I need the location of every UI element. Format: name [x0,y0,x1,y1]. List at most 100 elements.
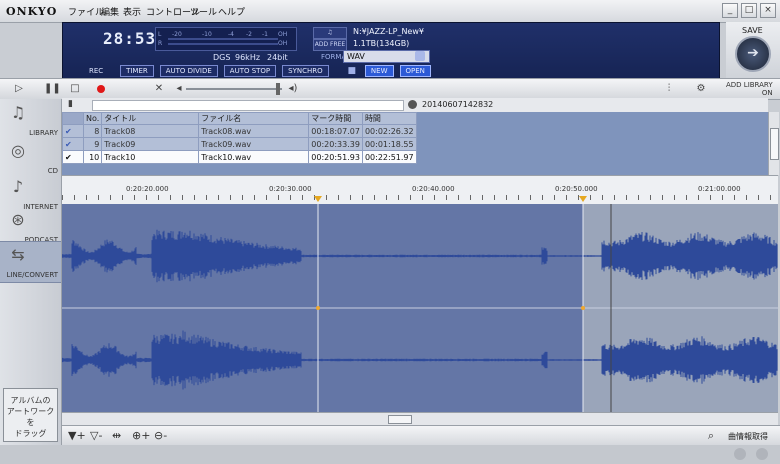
disc-icon [408,100,417,109]
rec-options: REC TIMER AUTO DIVIDE AUTO STOP SYNCHRO ■ N… [89,65,437,77]
time-display: 28:53 [103,29,157,48]
onkyo-logo: ONKYO [6,5,58,18]
time-tick: 0:20:50.000 [555,185,598,193]
waveform-channel [62,330,778,390]
podcast-icon: ⊛ [11,210,25,229]
level-label: -20 [172,31,182,38]
auto-stop-button[interactable]: AUTO STOP [223,65,277,77]
menu-help[interactable]: ヘルプ [218,5,245,18]
time-tick: 0:20:30.000 [269,185,312,193]
menu-tools[interactable]: ツール [190,5,217,18]
nav-cd[interactable]: ◎ CD [0,138,61,178]
col-no-header[interactable]: No. [82,112,103,125]
col-title-header[interactable]: タイトル [101,112,200,125]
waveform-channel [62,229,778,283]
table-scrollbar[interactable] [768,112,779,175]
fetch-track-info-button[interactable]: 曲情報取得 [728,431,768,442]
volume-slider[interactable] [186,88,282,90]
library-icon: ♫ [10,103,26,122]
time-tick: 0:21:00.000 [698,185,741,193]
recording-id: 20140607142832 [422,100,494,109]
mute-icon[interactable]: ✕ [152,82,166,95]
save-path: N:¥JAZZ-LP_New¥ [353,27,424,36]
timeline-ruler[interactable]: 0:20:20.000 0:20:30.000 0:20:40.000 0:20… [62,175,778,205]
path-box: ♫ N:¥JAZZ-LP_New¥ ADD FREE 1.1TB(134GB) [313,25,713,51]
track-marker[interactable] [579,196,587,202]
table-row[interactable]: ✔ 8 Track08 Track08.wav 00:18:07.07 00:0… [62,124,417,138]
cell-no: 10 [82,150,103,164]
lock-icon: ▮ [68,99,73,109]
add-library-label: ADD LIBRARY [726,81,773,89]
horizontal-scroll-thumb[interactable] [388,415,412,424]
artwork-drop-area[interactable]: アルバムの アートワークを ドラッグ [3,388,58,442]
add-marker-icon[interactable]: ▼+ [68,429,86,442]
auto-divide-button[interactable]: AUTO DIVIDE [159,65,218,77]
col-time-header[interactable]: 時間 [361,112,417,125]
save-label: SAVE [742,26,763,35]
check-icon[interactable]: ✔ [62,137,84,151]
pause-icon[interactable]: ❚❚ [44,82,61,95]
menu-file[interactable]: ファイル [68,5,104,18]
artwork-text: アルバムの [10,396,51,405]
title-field[interactable] [92,100,404,111]
table-row-selected[interactable]: ✔ 10 Track10 Track10.wav 00:20:51.93 00:… [62,150,417,164]
remove-marker-icon[interactable]: ▽- [90,429,102,442]
nav-line-convert[interactable]: ⇆ LINE/CONVERT [0,241,61,283]
volume-knob[interactable] [276,83,280,95]
timer-button[interactable]: TIMER [120,65,154,77]
status-bar [0,445,780,464]
free-space-label: ADD FREE [313,39,347,51]
record-icon[interactable] [97,85,105,93]
cell-mark: 00:20:51.93 [308,150,363,164]
close-icon[interactable]: × [760,3,776,18]
add-library-toggle[interactable]: ADD LIBRARY ON [726,81,773,97]
marker-dot [581,306,585,310]
cell-file: Track08.wav [198,124,310,138]
play-icon[interactable]: ▷ [12,82,26,95]
stop-icon[interactable]: □ [68,82,82,95]
split-icon[interactable]: ⇹ [112,429,121,442]
cell-mark: 00:18:07.07 [308,124,363,138]
waveform-area[interactable] [62,204,778,412]
open-button[interactable]: OPEN [399,65,431,77]
save-button[interactable]: ➔ [735,36,771,72]
synchro-button[interactable]: SYNCHRO [282,65,329,77]
menu-view[interactable]: 表示 [123,5,141,18]
col-mark-header[interactable]: マーク時間 [308,112,363,125]
zoom-in-icon[interactable]: ⊕+ [132,429,150,442]
settings-icon[interactable]: ⚙ [694,82,708,95]
bit-depth: 24bit [267,53,288,62]
equalizer-icon[interactable]: ⫶ [662,82,676,95]
refresh-icon[interactable] [415,51,425,61]
info-strip: ▮ 20140607142832 [62,98,768,112]
level-bar-right [168,43,278,45]
table-header: No. タイトル ファイル名 マーク時間 時間 [62,112,417,125]
cell-no: 9 [82,137,103,151]
cell-time: 00:22:51.97 [361,150,417,164]
time-tick: 0:20:20.000 [126,185,169,193]
minimize-icon[interactable]: _ [722,3,738,18]
maximize-icon[interactable]: □ [741,3,757,18]
folder-icon[interactable]: ♫ [313,27,347,39]
ruler-ticks [62,195,778,200]
cell-time: 00:02:26.32 [361,124,417,138]
table-scroll-thumb[interactable] [770,128,779,160]
horizontal-scrollbar[interactable] [62,412,778,425]
level-label: -1 [262,31,268,38]
check-icon[interactable]: ✔ [62,124,84,138]
new-button[interactable]: NEW [364,65,394,77]
speaker-high-icon: ◂) [288,83,298,94]
track-marker[interactable] [314,196,322,202]
nav-label: LINE/CONVERT [6,271,58,279]
zoom-out-icon[interactable]: ⊖- [154,429,167,442]
nav-library[interactable]: ♫ LIBRARY [0,100,61,140]
status-speaker-icon [756,448,768,460]
col-file-header[interactable]: ファイル名 [198,112,310,125]
table-row[interactable]: ✔ 9 Track09 Track09.wav 00:20:33.39 00:0… [62,137,417,151]
menu-edit[interactable]: 編集 [101,5,119,18]
search-icon[interactable]: ⌕ [708,429,714,443]
check-icon[interactable]: ✔ [62,150,84,164]
artwork-text: アートワークを [6,407,55,427]
level-meter: L -20 -10 -4 -2 -1 OH R OH [155,27,297,51]
file-icon: ■ [347,66,357,76]
